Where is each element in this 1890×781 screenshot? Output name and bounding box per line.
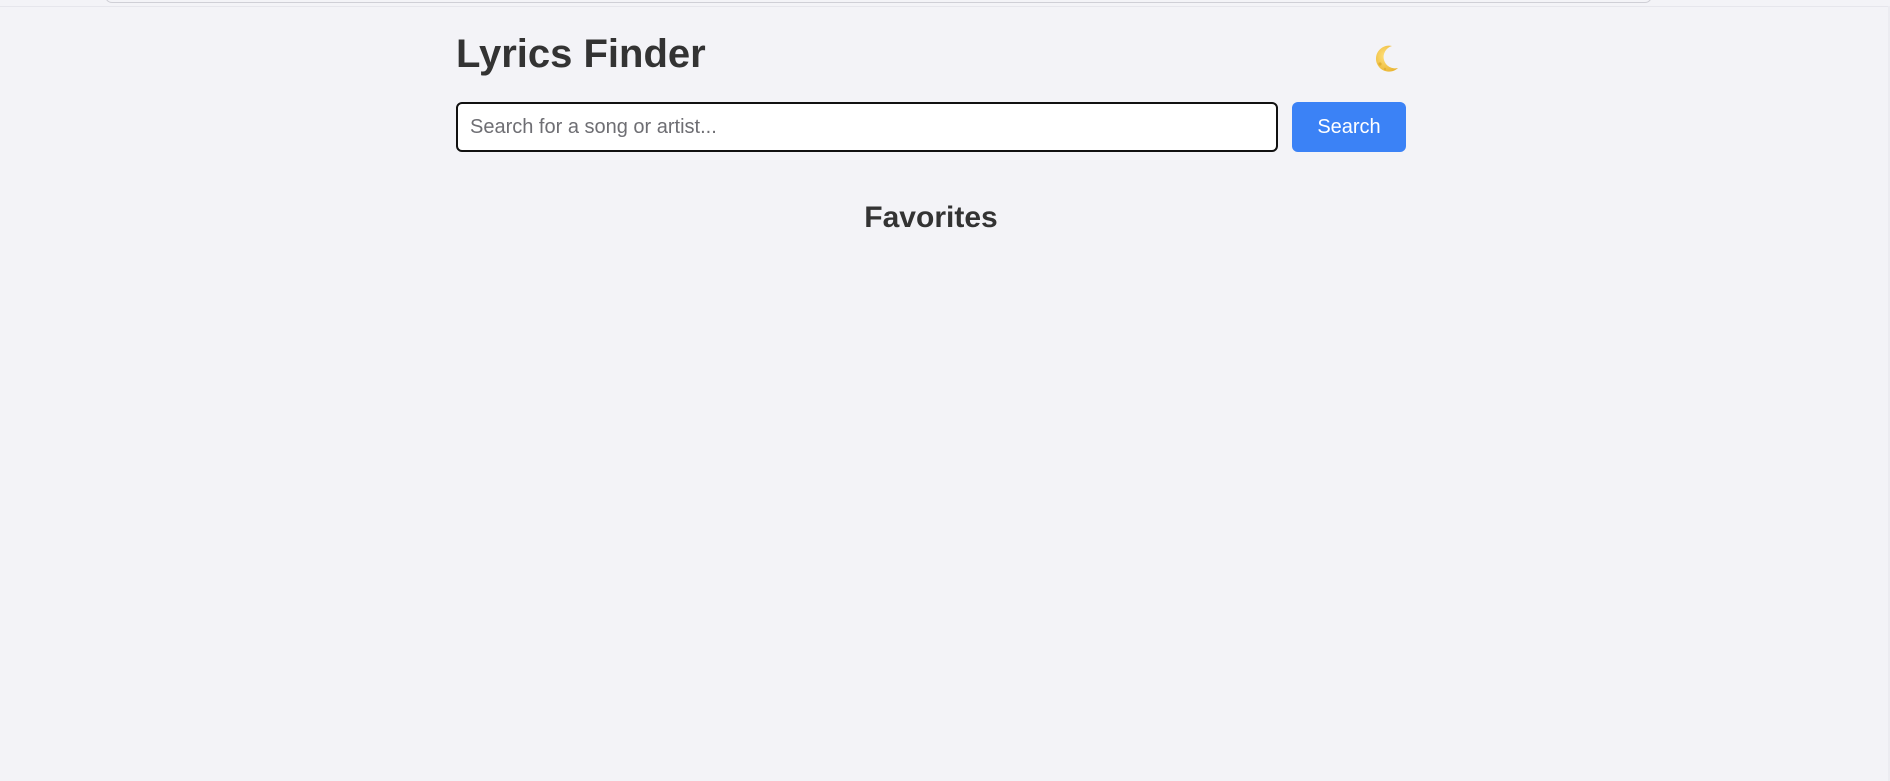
search-bar: Search <box>456 102 1406 152</box>
app-title: Lyrics Finder <box>456 32 706 76</box>
favorites-heading: Favorites <box>864 201 998 234</box>
search-input[interactable] <box>456 102 1278 152</box>
main-container: Lyrics Finder Search Favorites <box>456 0 1406 234</box>
search-button[interactable]: Search <box>1292 102 1406 152</box>
moon-icon <box>1375 45 1398 72</box>
app-header: Lyrics Finder <box>456 0 1406 96</box>
favorites-list <box>456 250 1406 260</box>
theme-toggle-button[interactable] <box>1366 38 1406 78</box>
